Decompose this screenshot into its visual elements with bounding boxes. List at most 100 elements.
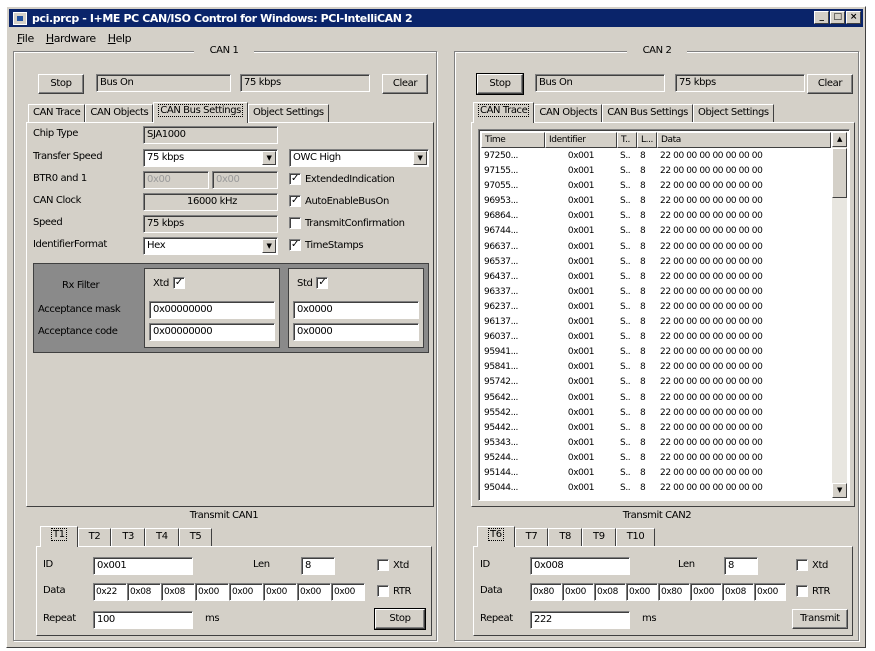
std-acceptance-code-input[interactable]: 0x0000	[293, 323, 419, 341]
table-row[interactable]: 95044... 0x001 S.. 8 22 00 00 00 00 00 00 00	[481, 481, 831, 496]
tx2-repeat-input[interactable]: 222	[530, 611, 630, 629]
tx-tab-t7[interactable]: T7	[514, 528, 549, 547]
col-time[interactable]: Time	[481, 132, 545, 148]
col-identifier[interactable]: Identifier	[545, 132, 617, 148]
xtd-acceptance-mask-input[interactable]: 0x00000000	[149, 301, 275, 319]
tx2-data-byte[interactable]: 0x08	[594, 583, 626, 601]
tx-tab-t2[interactable]: T2	[77, 528, 112, 547]
table-row[interactable]: 95841... 0x001 S.. 8 22 00 00 00 00 00 00 00	[481, 360, 831, 375]
scroll-thumb[interactable]	[832, 148, 847, 198]
can1-clear-button[interactable]: Clear	[382, 74, 428, 94]
tx2-data-byte[interactable]: 0x00	[754, 583, 786, 601]
scroll-down-icon[interactable]: ▼	[832, 483, 847, 498]
can2-tab-trace[interactable]: CAN Trace	[473, 102, 535, 123]
table-row[interactable]: 96864... 0x001 S.. 8 22 00 00 00 00 00 00 00	[481, 209, 831, 224]
table-row[interactable]: 95144... 0x001 S.. 8 22 00 00 00 00 00 00 00	[481, 466, 831, 481]
table-row[interactable]: 97250... 0x001 S.. 8 22 00 00 00 00 00 00 00	[481, 149, 831, 164]
transmit-confirmation-checkbox[interactable]: TransmitConfirmation	[289, 217, 405, 229]
table-row[interactable]: 96437... 0x001 S.. 8 22 00 00 00 00 00 00 00	[481, 270, 831, 285]
can2-clear-button[interactable]: Clear	[807, 74, 853, 94]
vertical-scrollbar[interactable]: ▲ ▼	[832, 132, 847, 498]
tx-tab-t5[interactable]: T5	[178, 528, 213, 547]
tx2-data-byte[interactable]: 0x08	[722, 583, 754, 601]
tx2-len-input[interactable]: 8	[724, 557, 758, 575]
can1-tab-objects[interactable]: CAN Objects	[85, 104, 154, 123]
std-acceptance-mask-input[interactable]: 0x0000	[293, 301, 419, 319]
chevron-down-icon[interactable]: ▼	[262, 239, 276, 253]
can1-stop-button[interactable]: Stop	[38, 74, 84, 94]
table-row[interactable]: 96337... 0x001 S.. 8 22 00 00 00 00 00 00 00	[481, 285, 831, 300]
tx1-data-byte[interactable]: 0x08	[127, 583, 161, 601]
can2-tab-object-settings[interactable]: Object Settings	[692, 104, 774, 123]
tx-tab-t10[interactable]: T10	[615, 528, 656, 547]
table-row[interactable]: 96637... 0x001 S.. 8 22 00 00 00 00 00 00 00	[481, 240, 831, 255]
menu-file[interactable]: File	[17, 32, 34, 45]
table-row[interactable]: 95941... 0x001 S.. 8 22 00 00 00 00 00 00 00	[481, 345, 831, 360]
output-control-select[interactable]: OWC High ▼	[289, 149, 429, 167]
menu-help[interactable]: Help	[108, 32, 132, 45]
col-data[interactable]: Data	[657, 132, 831, 148]
tx2-data-byte[interactable]: 0x00	[562, 583, 594, 601]
tx2-transmit-button[interactable]: Transmit	[792, 609, 848, 629]
tx1-data-byte[interactable]: 0x00	[297, 583, 331, 601]
chevron-down-icon[interactable]: ▼	[413, 151, 427, 165]
col-type[interactable]: T..	[617, 132, 637, 148]
can2-tab-objects[interactable]: CAN Objects	[534, 104, 603, 123]
identifier-format-select[interactable]: Hex ▼	[143, 237, 278, 255]
table-row[interactable]: 95642... 0x001 S.. 8 22 00 00 00 00 00 00 00	[481, 391, 831, 406]
tx2-data-byte[interactable]: 0x00	[626, 583, 658, 601]
menu-hardware[interactable]: Hardware	[46, 32, 96, 45]
tx-tab-t9[interactable]: T9	[582, 528, 616, 547]
std-filter-checkbox[interactable]: Std ✓	[297, 277, 329, 289]
table-row[interactable]: 96037... 0x001 S.. 8 22 00 00 00 00 00 00 00	[481, 330, 831, 345]
table-row[interactable]: 95343... 0x001 S.. 8 22 00 00 00 00 00 00 00	[481, 436, 831, 451]
scroll-up-icon[interactable]: ▲	[832, 132, 847, 147]
xtd-acceptance-code-input[interactable]: 0x00000000	[149, 323, 275, 341]
tx1-data-byte[interactable]: 0x22	[93, 583, 127, 601]
table-row[interactable]: 95742... 0x001 S.. 8 22 00 00 00 00 00 00 00	[481, 375, 831, 390]
tx1-id-input[interactable]: 0x001	[93, 557, 193, 575]
extended-indication-checkbox[interactable]: ✓ ExtendedIndication	[289, 173, 395, 185]
can2-tab-bus-settings[interactable]: CAN Bus Settings	[602, 104, 693, 123]
timestamps-checkbox[interactable]: ✓ TimeStamps	[289, 239, 364, 251]
tx-tab-t4[interactable]: T4	[145, 528, 179, 547]
tx1-xtd-checkbox[interactable]: Xtd	[377, 559, 409, 571]
minimize-button[interactable]: _	[814, 11, 829, 24]
tx2-data-byte[interactable]: 0x80	[530, 583, 562, 601]
auto-enable-bus-on-checkbox[interactable]: ✓ AutoEnableBusOn	[289, 195, 389, 207]
col-length[interactable]: L...	[637, 132, 657, 148]
table-row[interactable]: 95442... 0x001 S.. 8 22 00 00 00 00 00 00 00	[481, 421, 831, 436]
tx2-xtd-checkbox[interactable]: Xtd	[796, 559, 828, 571]
tx2-data-byte[interactable]: 0x00	[690, 583, 722, 601]
chevron-down-icon[interactable]: ▼	[262, 151, 276, 165]
tx-tab-t6[interactable]: T6	[477, 526, 515, 547]
close-button[interactable]: ×	[846, 11, 861, 24]
table-row[interactable]: 96953... 0x001 S.. 8 22 00 00 00 00 00 00 00	[481, 194, 831, 209]
can2-trace-list[interactable]: Time Identifier T.. L... Data 97250... 0x…	[478, 129, 850, 501]
tx2-data-byte[interactable]: 0x80	[658, 583, 690, 601]
tx-tab-t1[interactable]: T1	[40, 526, 78, 547]
can1-tab-bus-settings[interactable]: CAN Bus Settings	[153, 102, 248, 123]
tx1-rtr-checkbox[interactable]: RTR	[377, 585, 411, 597]
tx1-data-byte[interactable]: 0x00	[195, 583, 229, 601]
transfer-speed-select[interactable]: 75 kbps ▼	[143, 149, 278, 167]
tx1-data-byte[interactable]: 0x00	[263, 583, 297, 601]
table-row[interactable]: 95542... 0x001 S.. 8 22 00 00 00 00 00 00 00	[481, 406, 831, 421]
table-row[interactable]: 97055... 0x001 S.. 8 22 00 00 00 00 00 00 00	[481, 179, 831, 194]
can1-tab-trace[interactable]: CAN Trace	[28, 104, 86, 123]
maximize-button[interactable]: □	[830, 11, 845, 24]
can2-stop-button[interactable]: Stop	[476, 73, 524, 95]
tx1-data-byte[interactable]: 0x00	[229, 583, 263, 601]
tx1-repeat-input[interactable]: 100	[93, 611, 193, 629]
table-row[interactable]: 95244... 0x001 S.. 8 22 00 00 00 00 00 00 00	[481, 451, 831, 466]
tx1-len-input[interactable]: 8	[301, 557, 335, 575]
table-row[interactable]: 96537... 0x001 S.. 8 22 00 00 00 00 00 00 00	[481, 255, 831, 270]
can1-tab-object-settings[interactable]: Object Settings	[247, 104, 329, 123]
tx2-id-input[interactable]: 0x008	[530, 557, 630, 575]
tx-tab-t8[interactable]: T8	[548, 528, 583, 547]
table-row[interactable]: 96137... 0x001 S.. 8 22 00 00 00 00 00 00 00	[481, 315, 831, 330]
tx1-data-byte[interactable]: 0x00	[331, 583, 365, 601]
table-row[interactable]: 97155... 0x001 S.. 8 22 00 00 00 00 00 00 00	[481, 164, 831, 179]
tx1-data-byte[interactable]: 0x08	[161, 583, 195, 601]
tx2-rtr-checkbox[interactable]: RTR	[796, 585, 830, 597]
